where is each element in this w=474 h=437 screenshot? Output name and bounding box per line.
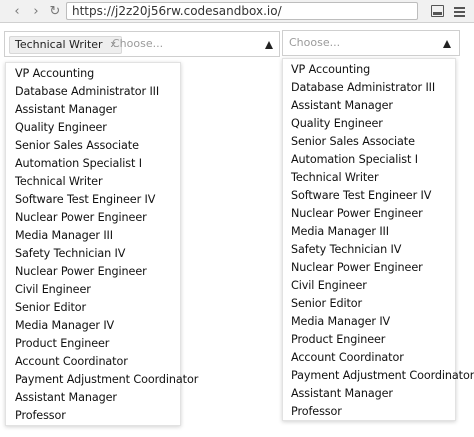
caret-up-icon[interactable] — [265, 41, 273, 49]
option-item[interactable]: Automation Specialist I — [283, 151, 455, 169]
option-item[interactable]: Senior Editor — [6, 299, 180, 317]
option-item[interactable]: Nuclear Power Engineer — [283, 205, 455, 223]
option-item[interactable]: Senior Sales Associate — [283, 133, 455, 151]
selected-chip-label: Technical Writer — [15, 38, 103, 51]
menu-icon[interactable] — [452, 4, 466, 18]
option-item[interactable]: Professor — [6, 407, 180, 425]
option-item[interactable]: Media Manager III — [6, 227, 180, 245]
option-item[interactable]: Product Engineer — [6, 335, 180, 353]
option-item[interactable]: Safety Technician IV — [6, 245, 180, 263]
option-item[interactable]: Assistant Manager — [283, 97, 455, 115]
option-item[interactable]: Quality Engineer — [6, 119, 180, 137]
option-item[interactable]: Technical Writer — [283, 169, 455, 187]
address-bar[interactable]: https://j2z20j56rw.codesandbox.io/ — [66, 2, 418, 20]
option-item[interactable]: Civil Engineer — [283, 277, 455, 295]
option-item[interactable]: Media Manager IV — [283, 313, 455, 331]
option-item[interactable]: Account Coordinator — [6, 353, 180, 371]
option-item[interactable]: Nuclear Power Engineer — [6, 209, 180, 227]
option-item[interactable]: Quality Engineer — [283, 115, 455, 133]
option-item[interactable]: Civil Engineer — [6, 281, 180, 299]
job-title-multiselect-left[interactable]: Technical Writer x Choose... — [4, 31, 280, 57]
option-item[interactable]: Technical Writer — [6, 173, 180, 191]
option-item[interactable]: Database Administrator III — [6, 83, 180, 101]
panel-icon[interactable] — [431, 4, 445, 18]
option-item[interactable]: Media Manager III — [283, 223, 455, 241]
option-item[interactable]: Assistant Manager — [6, 101, 180, 119]
option-item[interactable]: Payment Adjustment Coordinator — [283, 367, 474, 385]
option-item[interactable]: Senior Sales Associate — [6, 137, 180, 155]
options-list-right: VP Accounting Database Administrator III A… — [282, 58, 474, 421]
option-item[interactable]: Account Coordinator — [283, 349, 455, 367]
option-item[interactable]: Assistant Manager — [6, 389, 180, 407]
option-item[interactable]: Automation Specialist I — [6, 155, 180, 173]
options-list-left: VP Accounting Database Administrator III A… — [5, 62, 198, 426]
option-item[interactable]: Assistant Manager — [283, 385, 455, 403]
caret-up-icon[interactable] — [443, 40, 451, 48]
back-arrow-icon[interactable]: ‹ — [9, 2, 25, 20]
option-item[interactable]: Database Administrator III — [283, 79, 455, 97]
job-title-select-right[interactable]: Choose... — [282, 30, 460, 56]
option-item[interactable]: VP Accounting — [283, 61, 455, 79]
option-item[interactable]: Nuclear Power Engineer — [283, 259, 455, 277]
option-item[interactable]: Software Test Engineer IV — [6, 191, 180, 209]
forward-arrow-icon[interactable]: › — [28, 2, 44, 20]
option-item[interactable]: Nuclear Power Engineer — [6, 263, 180, 281]
selected-chip: Technical Writer x — [9, 36, 122, 54]
option-item[interactable]: Senior Editor — [283, 295, 455, 313]
option-item[interactable]: Professor — [283, 403, 455, 421]
search-input[interactable]: Choose... — [289, 31, 340, 55]
option-item[interactable]: Payment Adjustment Coordinator — [6, 371, 198, 389]
option-item[interactable]: Media Manager IV — [6, 317, 180, 335]
browser-toolbar: ‹ › ↻ https://j2z20j56rw.codesandbox.io/ — [0, 0, 474, 23]
option-item[interactable]: VP Accounting — [6, 65, 180, 83]
reload-icon[interactable]: ↻ — [47, 2, 63, 20]
option-item[interactable]: Product Engineer — [283, 331, 455, 349]
option-item[interactable]: Software Test Engineer IV — [283, 187, 455, 205]
search-input[interactable]: Choose... — [112, 32, 163, 56]
option-item[interactable]: Safety Technician IV — [283, 241, 455, 259]
